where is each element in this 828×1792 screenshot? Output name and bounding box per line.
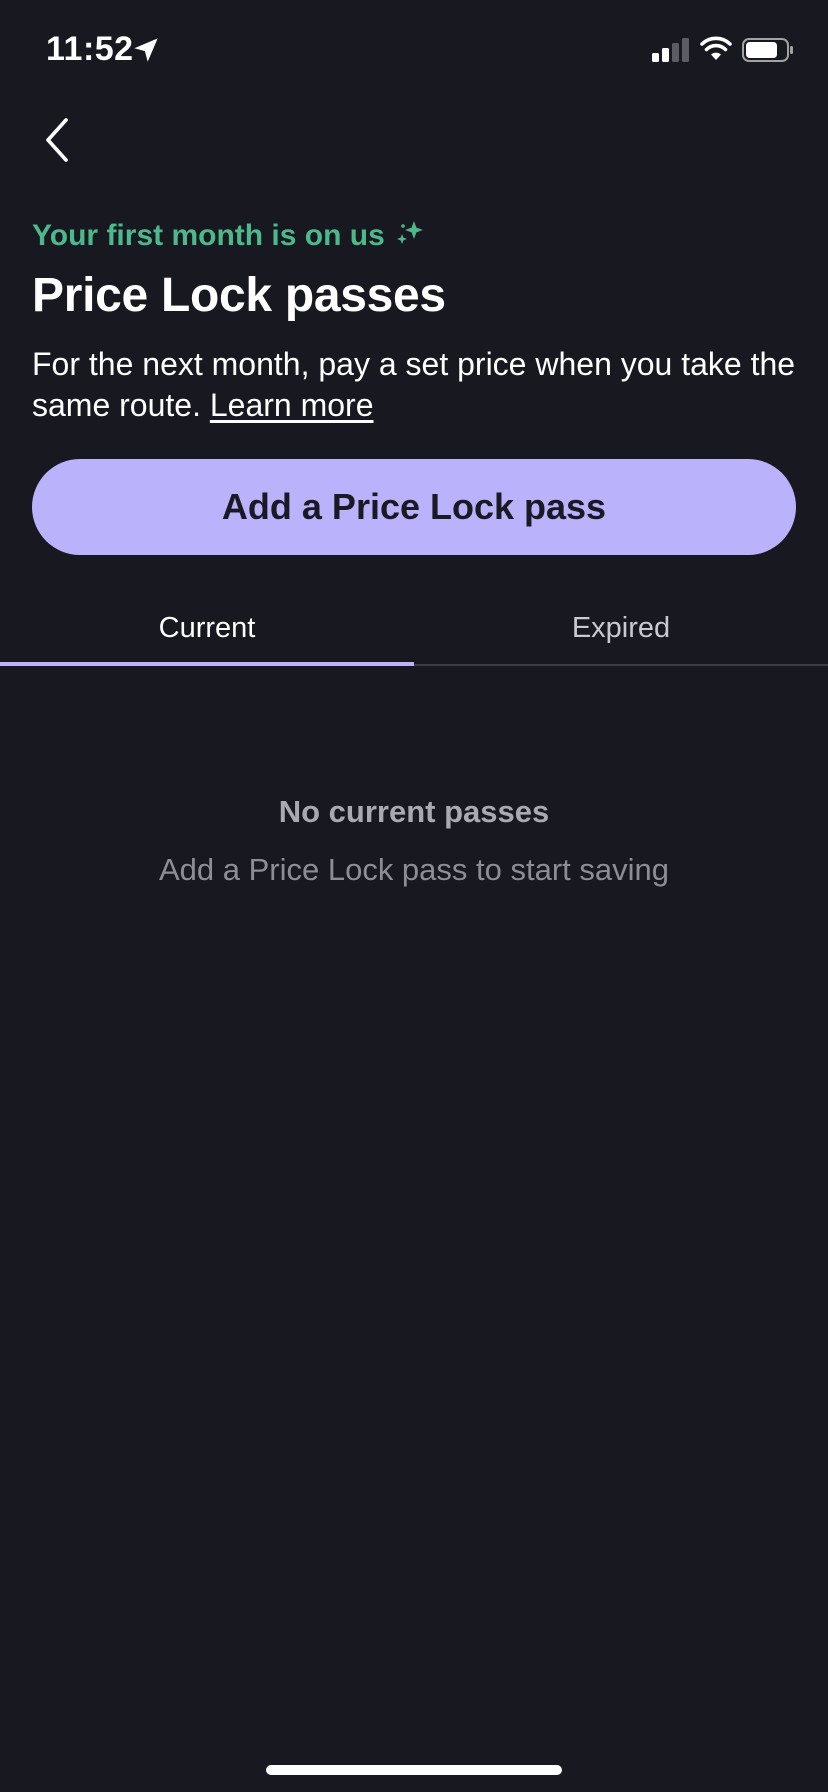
page-title: Price Lock passes: [32, 269, 446, 322]
add-price-lock-pass-button[interactable]: Add a Price Lock pass: [32, 459, 796, 555]
page-description: For the next month, pay a set price when…: [32, 344, 802, 426]
sparkle-icon: [396, 221, 423, 244]
empty-state-subtitle: Add a Price Lock pass to start saving: [158, 852, 670, 887]
status-time: 11:52: [46, 30, 134, 68]
chevron-left-icon: [46, 118, 68, 162]
wifi-icon: [700, 36, 732, 60]
status-bar: 11:52: [0, 0, 828, 100]
selected-tab-indicator: [0, 662, 414, 666]
promo-text: Your first month is on us: [32, 219, 385, 252]
location-arrow-icon: [134, 38, 158, 62]
tab-expired[interactable]: Expired: [414, 590, 828, 666]
add-price-lock-pass-label: Add a Price Lock pass: [221, 486, 607, 527]
battery-icon: [742, 38, 793, 62]
back-button[interactable]: [36, 112, 80, 168]
description-text: For the next month, pay a set price when…: [32, 346, 796, 423]
tab-current[interactable]: Current: [0, 590, 414, 666]
learn-more-link[interactable]: Learn more: [210, 387, 374, 423]
tab-bar: Current Expired: [0, 590, 828, 666]
promo-banner: Your first month is on us: [32, 216, 425, 256]
cellular-signal-icon: [652, 38, 689, 62]
empty-state-title: No current passes: [278, 794, 550, 829]
home-indicator[interactable]: [266, 1765, 562, 1775]
